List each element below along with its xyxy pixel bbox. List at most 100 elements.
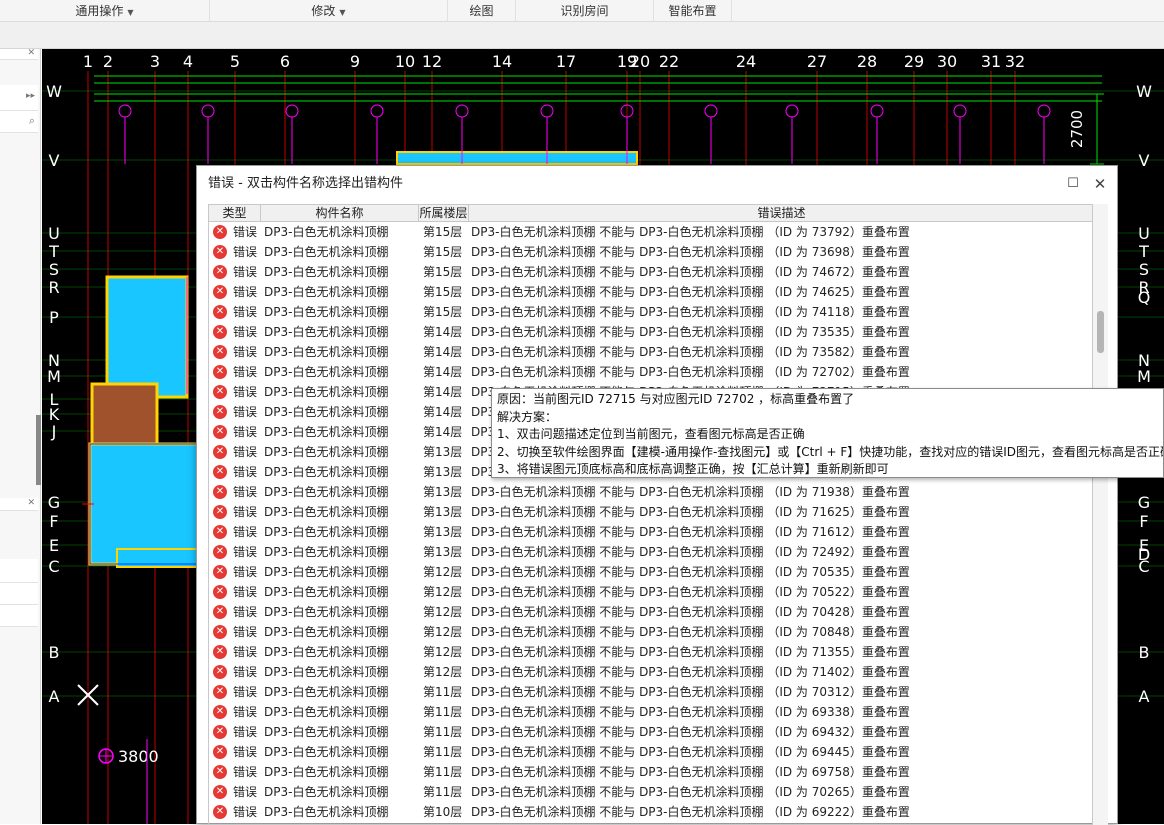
maximize-button[interactable]: ☐ — [1063, 174, 1083, 194]
table-row[interactable]: ✕ 错误 DP3-白色无机涂料顶棚 第14层 DP3-白色无机涂料顶棚 不能与 DP3-… — [209, 362, 1092, 382]
column-header-type[interactable]: 类型 — [209, 205, 261, 222]
table-row[interactable]: ✕ 错误 DP3-白色无机涂料顶棚 第13层 DP3-白色无机涂料顶棚 不能与 DP3-… — [209, 522, 1092, 542]
name-cell[interactable]: DP3-白色无机涂料顶棚 — [264, 542, 388, 562]
table-row[interactable]: ✕ 错误 DP3-白色无机涂料顶棚 第11层 DP3-白色无机涂料顶棚 不能与 DP3-… — [209, 742, 1092, 762]
type-cell: 错误 — [233, 485, 258, 499]
name-cell[interactable]: DP3-白色无机涂料顶棚 — [264, 462, 388, 482]
panel-search[interactable]: ⌕ — [0, 111, 38, 133]
desc-cell: DP3-白色无机涂料顶棚 不能与 DP3-白色无机涂料顶棚 （ID 为 6933… — [471, 705, 910, 719]
name-cell[interactable]: DP3-白色无机涂料顶棚 — [264, 722, 388, 742]
floor-cell: 第11层 — [423, 685, 463, 699]
panel-row[interactable] — [0, 605, 38, 627]
table-row[interactable]: ✕ 错误 DP3-白色无机涂料顶棚 第12层 DP3-白色无机涂料顶棚 不能与 DP3-… — [209, 582, 1092, 602]
ribbon-identify-room[interactable]: 识别房间 — [516, 0, 654, 22]
table-row[interactable]: ✕ 错误 DP3-白色无机涂料顶棚 第15层 DP3-白色无机涂料顶棚 不能与 DP3-… — [209, 282, 1092, 302]
name-cell[interactable]: DP3-白色无机涂料顶棚 — [264, 662, 388, 682]
ribbon-modify-label: 修改 — [311, 4, 336, 18]
axis-label-left: U — [48, 224, 60, 243]
vertical-scrollbar[interactable] — [1093, 204, 1108, 825]
name-cell[interactable]: DP3-白色无机涂料顶棚 — [264, 802, 388, 822]
close-button[interactable]: ✕ — [1090, 174, 1110, 194]
table-row[interactable]: ✕ 错误 DP3-白色无机涂料顶棚 第15层 DP3-白色无机涂料顶棚 不能与 DP3-… — [209, 242, 1092, 262]
close-icon[interactable]: ✕ — [27, 48, 35, 58]
ribbon-modify[interactable]: 修改 ▼ — [210, 0, 448, 22]
name-cell[interactable]: DP3-白色无机涂料顶棚 — [264, 342, 388, 362]
name-cell[interactable]: DP3-白色无机涂料顶棚 — [264, 422, 388, 442]
axis-label-left: S — [49, 260, 59, 279]
name-cell[interactable]: DP3-白色无机涂料顶棚 — [264, 402, 388, 422]
table-row[interactable]: ✕ 错误 DP3-白色无机涂料顶棚 第12层 DP3-白色无机涂料顶棚 不能与 DP3-… — [209, 662, 1092, 682]
desc-cell: DP3-白色无机涂料顶棚 不能与 DP3-白色无机涂料顶棚 （ID 为 7026… — [471, 785, 910, 799]
axis-label-top: 5 — [230, 52, 240, 71]
error-icon: ✕ — [213, 285, 227, 299]
table-row[interactable]: ✕ 错误 DP3-白色无机涂料顶棚 第14层 DP3-白色无机涂料顶棚 不能与 DP3-… — [209, 322, 1092, 342]
name-cell[interactable]: DP3-白色无机涂料顶棚 — [264, 482, 388, 502]
table-row[interactable]: ✕ 错误 DP3-白色无机涂料顶棚 第15层 DP3-白色无机涂料顶棚 不能与 DP3-… — [209, 262, 1092, 282]
error-icon: ✕ — [213, 685, 227, 699]
table-row[interactable]: ✕ 错误 DP3-白色无机涂料顶棚 第10层 DP3-白色无机涂料顶棚 不能与 DP3-… — [209, 802, 1092, 822]
table-row[interactable]: ✕ 错误 DP3-白色无机涂料顶棚 第13层 DP3-白色无机涂料顶棚 不能与 DP3-… — [209, 502, 1092, 522]
name-cell[interactable]: DP3-白色无机涂料顶棚 — [264, 742, 388, 762]
table-row[interactable]: ✕ 错误 DP3-白色无机涂料顶棚 第11层 DP3-白色无机涂料顶棚 不能与 DP3-… — [209, 722, 1092, 742]
ribbon-smart-layout[interactable]: 智能布置 — [654, 0, 732, 22]
column-header-floor[interactable]: 所属楼层 — [419, 205, 469, 222]
type-cell: 错误 — [233, 745, 258, 759]
name-cell[interactable]: DP3-白色无机涂料顶棚 — [264, 682, 388, 702]
panel-row[interactable] — [0, 559, 38, 583]
column-header-desc[interactable]: 错误描述 — [469, 205, 1092, 222]
table-row[interactable]: ✕ 错误 DP3-白色无机涂料顶棚 第15层 DP3-白色无机涂料顶棚 不能与 DP3-… — [209, 222, 1092, 242]
type-cell: 错误 — [233, 305, 258, 319]
scrollbar-thumb[interactable] — [1097, 311, 1104, 353]
name-cell[interactable]: DP3-白色无机涂料顶棚 — [264, 322, 388, 342]
axis-label-top: 12 — [422, 52, 442, 71]
name-cell[interactable]: DP3-白色无机涂料顶棚 — [264, 362, 388, 382]
panel-row[interactable] — [0, 583, 38, 605]
expand-icon[interactable]: ▸▸ — [26, 91, 35, 101]
search-icon[interactable]: ⌕ — [29, 114, 35, 128]
name-cell[interactable]: DP3-白色无机涂料顶棚 — [264, 602, 388, 622]
name-cell[interactable]: DP3-白色无机涂料顶棚 — [264, 702, 388, 722]
type-cell: 错误 — [233, 445, 258, 459]
name-cell[interactable]: DP3-白色无机涂料顶棚 — [264, 642, 388, 662]
table-row[interactable]: ✕ 错误 DP3-白色无机涂料顶棚 第14层 DP3-白色无机涂料顶棚 不能与 DP3-… — [209, 342, 1092, 362]
panel-row[interactable]: ▸▸ — [0, 85, 38, 111]
error-icon: ✕ — [213, 465, 227, 479]
table-row[interactable]: ✕ 错误 DP3-白色无机涂料顶棚 第11层 DP3-白色无机涂料顶棚 不能与 DP3-… — [209, 682, 1092, 702]
close-icon[interactable]: ✕ — [27, 498, 35, 508]
table-row[interactable]: ✕ 错误 DP3-白色无机涂料顶棚 第11层 DP3-白色无机涂料顶棚 不能与 DP3-… — [209, 782, 1092, 802]
table-row[interactable]: ✕ 错误 DP3-白色无机涂料顶棚 第13层 DP3-白色无机涂料顶棚 不能与 DP3-… — [209, 482, 1092, 502]
name-cell[interactable]: DP3-白色无机涂料顶棚 — [264, 562, 388, 582]
axis-label-left: B — [49, 643, 60, 662]
name-cell[interactable]: DP3-白色无机涂料顶棚 — [264, 582, 388, 602]
ribbon-general-ops[interactable]: 通用操作 ▼ — [0, 0, 210, 22]
toolbar-strip — [0, 22, 1164, 49]
column-header-name[interactable]: 构件名称 — [261, 205, 419, 222]
name-cell[interactable]: DP3-白色无机涂料顶棚 — [264, 762, 388, 782]
table-row[interactable]: ✕ 错误 DP3-白色无机涂料顶棚 第11层 DP3-白色无机涂料顶棚 不能与 DP3-… — [209, 762, 1092, 782]
table-row[interactable]: ✕ 错误 DP3-白色无机涂料顶棚 第12层 DP3-白色无机涂料顶棚 不能与 DP3-… — [209, 622, 1092, 642]
table-row[interactable]: ✕ 错误 DP3-白色无机涂料顶棚 第12层 DP3-白色无机涂料顶棚 不能与 DP3-… — [209, 602, 1092, 622]
desc-cell: DP3-白色无机涂料顶棚 不能与 DP3-白色无机涂料顶棚 （ID 为 7353… — [471, 325, 910, 339]
name-cell[interactable]: DP3-白色无机涂料顶棚 — [264, 502, 388, 522]
type-cell: 错误 — [233, 705, 258, 719]
name-cell[interactable]: DP3-白色无机涂料顶棚 — [264, 442, 388, 462]
name-cell[interactable]: DP3-白色无机涂料顶棚 — [264, 782, 388, 802]
table-row[interactable]: ✕ 错误 DP3-白色无机涂料顶棚 第11层 DP3-白色无机涂料顶棚 不能与 DP3-… — [209, 702, 1092, 722]
name-cell[interactable]: DP3-白色无机涂料顶棚 — [264, 242, 388, 262]
panel-splitter[interactable] — [36, 415, 41, 485]
ribbon-draw[interactable]: 绘图 — [448, 0, 516, 22]
name-cell[interactable]: DP3-白色无机涂料顶棚 — [264, 222, 388, 242]
table-row[interactable]: ✕ 错误 DP3-白色无机涂料顶棚 第13层 DP3-白色无机涂料顶棚 不能与 DP3-… — [209, 542, 1092, 562]
name-cell[interactable]: DP3-白色无机涂料顶棚 — [264, 262, 388, 282]
error-icon: ✕ — [213, 545, 227, 559]
name-cell[interactable]: DP3-白色无机涂料顶棚 — [264, 382, 388, 402]
table-row[interactable]: ✕ 错误 DP3-白色无机涂料顶棚 第12层 DP3-白色无机涂料顶棚 不能与 DP3-… — [209, 562, 1092, 582]
name-cell[interactable]: DP3-白色无机涂料顶棚 — [264, 282, 388, 302]
name-cell[interactable]: DP3-白色无机涂料顶棚 — [264, 522, 388, 542]
name-cell[interactable]: DP3-白色无机涂料顶棚 — [264, 302, 388, 322]
table-row[interactable]: ✕ 错误 DP3-白色无机涂料顶棚 第12层 DP3-白色无机涂料顶棚 不能与 DP3-… — [209, 642, 1092, 662]
name-cell[interactable]: DP3-白色无机涂料顶棚 — [264, 622, 388, 642]
error-icon: ✕ — [213, 305, 227, 319]
table-row[interactable]: ✕ 错误 DP3-白色无机涂料顶棚 第15层 DP3-白色无机涂料顶棚 不能与 DP3-… — [209, 302, 1092, 322]
desc-cell: DP3-白色无机涂料顶棚 不能与 DP3-白色无机涂料顶棚 （ID 为 6943… — [471, 725, 910, 739]
